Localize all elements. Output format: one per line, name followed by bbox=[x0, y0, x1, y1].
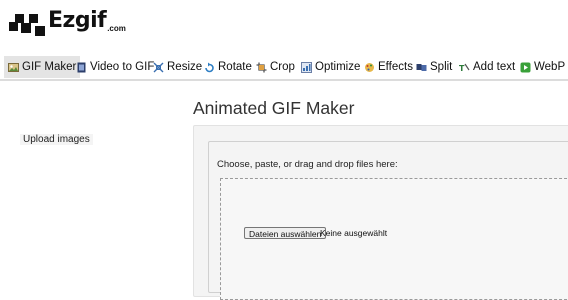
nav-crop[interactable]: Crop bbox=[256, 56, 295, 78]
page-title: Animated GIF Maker bbox=[193, 98, 355, 118]
optimize-icon bbox=[301, 61, 312, 73]
nav-label: Split bbox=[430, 61, 453, 73]
nav-label: Add text bbox=[473, 61, 516, 73]
film-icon bbox=[77, 62, 86, 72]
nav-gif-maker[interactable]: GIF Maker bbox=[4, 56, 81, 78]
webp-icon bbox=[520, 62, 531, 72]
nav-effects[interactable]: Effects bbox=[364, 56, 413, 78]
svg-text:T: T bbox=[459, 64, 465, 73]
upload-hint: Choose, paste, or drag and drop files he… bbox=[217, 159, 398, 170]
site-logo[interactable]: Ezgif .com bbox=[9, 8, 126, 39]
nav-label: Rotate bbox=[218, 61, 252, 73]
nav-optimize[interactable]: Optimize bbox=[301, 56, 360, 78]
logo-text: Ezgif bbox=[48, 8, 107, 33]
upload-legend: Upload images bbox=[20, 134, 93, 145]
resize-icon bbox=[153, 62, 164, 72]
nav-split[interactable]: Split bbox=[416, 56, 452, 78]
nav-label: WebP bbox=[534, 61, 566, 73]
split-icon bbox=[416, 63, 427, 71]
nav-add-text[interactable]: T Add text bbox=[459, 56, 515, 78]
nav-webp[interactable]: WebP bbox=[520, 56, 565, 78]
logo-suffix: .com bbox=[107, 24, 126, 33]
nav-label: Effects bbox=[378, 61, 413, 73]
file-status-text: Keine ausgewählt bbox=[320, 228, 388, 238]
nav-label: Crop bbox=[270, 61, 295, 73]
add-text-icon: T bbox=[459, 63, 470, 73]
rotate-icon bbox=[205, 62, 214, 72]
nav-rotate[interactable]: Rotate bbox=[204, 56, 252, 78]
main-navigation: GIF Maker Video to GIF Resize Rotate Cro… bbox=[0, 56, 568, 81]
nav-label: GIF Maker bbox=[22, 61, 77, 73]
choose-files-button[interactable]: Dateien auswählen bbox=[244, 227, 327, 239]
nav-video-to-gif[interactable]: Video to GIF bbox=[76, 56, 154, 78]
nav-label: Optimize bbox=[315, 61, 361, 73]
nav-label: Video to GIF bbox=[90, 61, 155, 73]
gif-maker-icon bbox=[8, 62, 19, 72]
crop-icon bbox=[256, 62, 267, 72]
effects-icon bbox=[365, 62, 374, 72]
ezgif-logo-icon bbox=[9, 14, 45, 36]
nav-resize[interactable]: Resize bbox=[153, 56, 202, 78]
nav-label: Resize bbox=[167, 61, 203, 73]
